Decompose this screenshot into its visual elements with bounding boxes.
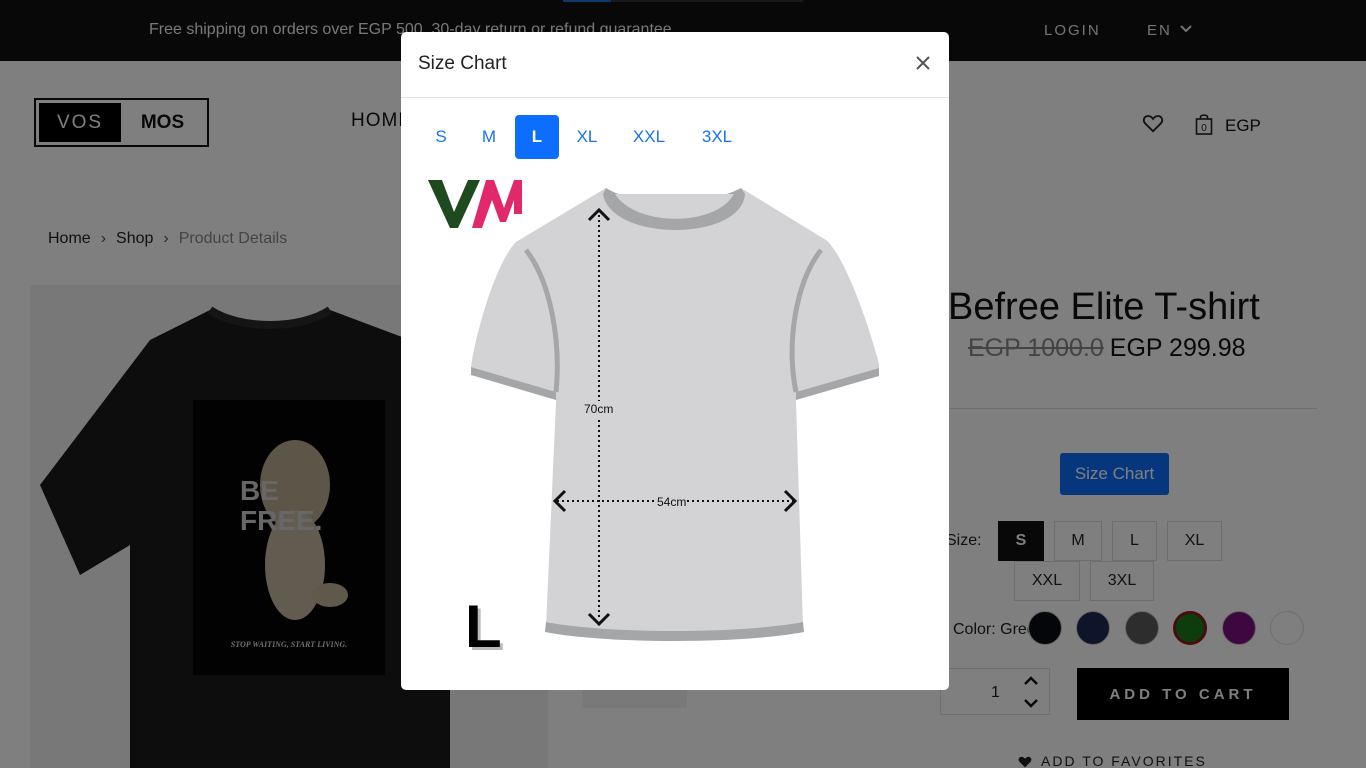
length-measurement: 70cm: [583, 401, 615, 417]
tab-size-xxl[interactable]: XXL: [629, 115, 669, 159]
tab-size-m[interactable]: M: [473, 115, 505, 159]
modal-title: Size Chart: [418, 53, 507, 74]
size-chart-modal: Size Chart S M L XL XXL 3XL 70cm 54cm L: [401, 32, 949, 690]
tab-size-l[interactable]: L: [515, 115, 559, 159]
tab-size-s[interactable]: S: [425, 115, 457, 159]
size-mark: L: [465, 593, 502, 660]
modal-header: Size Chart: [401, 32, 949, 98]
width-measurement: 54cm: [656, 494, 688, 510]
tab-size-3xl[interactable]: 3XL: [697, 115, 737, 159]
tab-size-xl[interactable]: XL: [571, 115, 603, 159]
close-icon[interactable]: [914, 54, 932, 72]
